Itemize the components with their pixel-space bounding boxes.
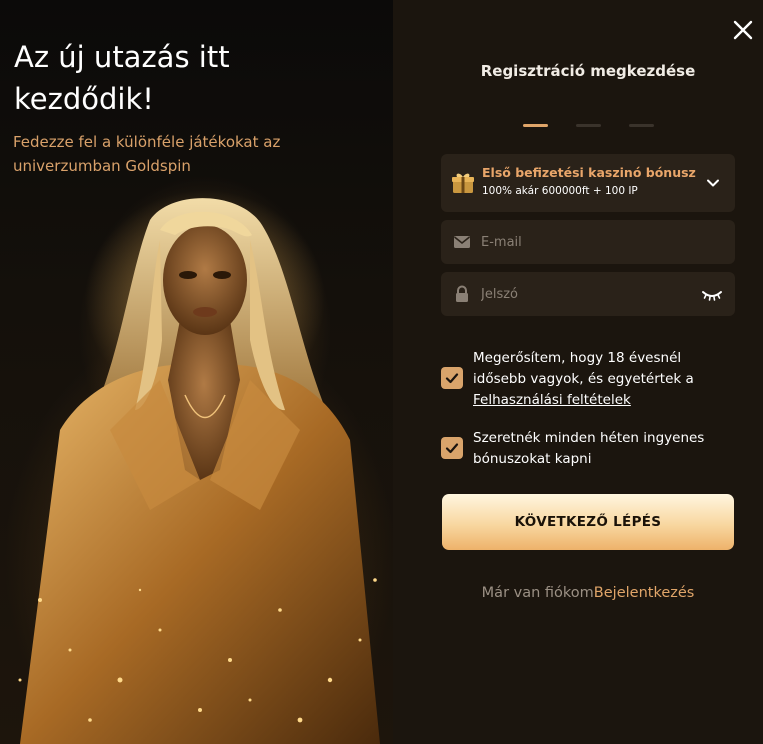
- age-confirm-row: Megerősítem, hogy 18 évesnél idősebb vag…: [441, 348, 733, 411]
- check-icon: [445, 443, 459, 454]
- bonus-title: Első befizetési kaszinó bónusz: [482, 165, 696, 180]
- terms-link[interactable]: Felhasználási feltételek: [473, 392, 631, 408]
- password-field: [441, 272, 735, 316]
- eye-closed-icon[interactable]: [701, 286, 723, 302]
- promo-panel: Az új utazás itt kezdődik! Fedezze fel a…: [0, 0, 393, 744]
- age-confirm-label: Megerősítem, hogy 18 évesnél idősebb vag…: [473, 348, 733, 411]
- email-field: [441, 220, 735, 264]
- promo-illustration: [18, 190, 380, 744]
- step-3: [629, 124, 654, 127]
- age-confirm-checkbox[interactable]: [441, 367, 463, 389]
- close-icon[interactable]: [729, 18, 757, 46]
- password-input[interactable]: [481, 272, 691, 316]
- chevron-down-icon: [707, 179, 719, 187]
- bonus-description: 100% akár 600000ft + 100 IP: [482, 185, 638, 197]
- promo-title: Az új utazás itt kezdődik!: [14, 40, 230, 116]
- step-indicator: [523, 124, 654, 127]
- gift-icon: [452, 173, 474, 193]
- form-title: Regisztráció megkezdése: [480, 62, 696, 80]
- weekly-bonus-row: Szeretnék minden héten ingyenes bónuszok…: [441, 428, 733, 470]
- login-link[interactable]: Bejelentkezés: [594, 585, 695, 601]
- age-confirm-text: Megerősítem, hogy 18 évesnél idősebb vag…: [473, 350, 694, 387]
- weekly-bonus-checkbox[interactable]: [441, 437, 463, 459]
- check-icon: [445, 373, 459, 384]
- step-2: [576, 124, 601, 127]
- close-icon-glyph: [733, 20, 753, 40]
- weekly-bonus-label: Szeretnék minden héten ingyenes bónuszok…: [473, 430, 705, 467]
- lock-icon: [456, 285, 468, 302]
- step-1: [523, 124, 548, 127]
- email-input[interactable]: [481, 220, 691, 264]
- login-row: Már van fiókomBejelentkezés: [393, 585, 763, 601]
- bonus-selector[interactable]: Első befizetési kaszinó bónusz 100% akár…: [441, 154, 735, 212]
- next-step-button[interactable]: KÖVETKEZŐ LÉPÉS: [442, 494, 734, 550]
- promo-subtitle: Fedezze fel a különféle játékokat az uni…: [13, 133, 281, 175]
- mail-icon: [454, 236, 470, 248]
- login-prefix: Már van fiókom: [481, 585, 594, 601]
- registration-panel: Regisztráció megkezdése Első befizetési …: [393, 0, 763, 744]
